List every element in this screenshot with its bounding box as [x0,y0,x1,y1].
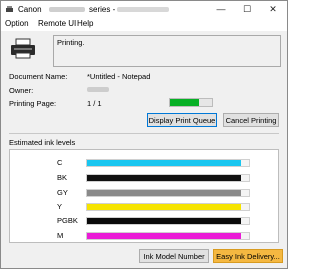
ink-row: Y [10,202,278,211]
section-divider [9,133,279,134]
window-title-suffix: series - [89,5,116,14]
redacted-model-name [49,7,85,12]
ink-name: BK [57,173,68,182]
display-print-queue-button[interactable]: Display Print Queue [147,113,217,127]
maximize-icon[interactable]: ☐ [241,4,253,15]
status-message-box: Printing. [53,35,281,67]
menu-option[interactable]: Option [5,19,29,28]
ink-row: PGBK [10,216,278,225]
ink-levels-panel: C BK GY Y PGBK M [9,149,279,243]
printer-icon [11,38,35,59]
ink-name: GY [57,188,68,197]
printing-page-label: Printing Page: [9,99,57,108]
ink-level-bar [86,203,250,211]
ink-name: Y [57,202,63,211]
print-progress-fill [170,99,200,106]
ink-level-bar [86,189,250,197]
redacted-printer-name [117,7,169,12]
cancel-printing-button[interactable]: Cancel Printing [223,113,279,127]
title-bar[interactable]: Canon series - — ☐ ✕ [1,1,287,18]
printing-page-value: 1 / 1 [87,99,102,108]
ink-name: M [57,231,64,240]
easy-ink-delivery-button[interactable]: Easy Ink Delivery... [213,249,283,263]
printer-status-window: Canon series - — ☐ ✕ Option Remote UI He… [0,0,288,269]
redacted-owner-value [87,87,109,92]
menu-help[interactable]: Help [77,19,93,28]
ink-name: PGBK [57,216,78,225]
status-text: Printing. [57,38,85,47]
ink-levels-heading: Estimated ink levels [9,138,76,147]
ink-row: C [10,158,278,167]
ink-model-number-button[interactable]: Ink Model Number [139,249,209,263]
ink-row: BK [10,173,278,182]
menu-bar: Option Remote UI Help [1,18,287,31]
close-icon[interactable]: ✕ [267,4,279,15]
ink-level-fill [87,190,241,196]
ink-level-fill [87,204,241,210]
owner-label: Owner: [9,86,34,95]
menu-remote-ui[interactable]: Remote UI [38,19,76,28]
ink-level-fill [87,233,241,239]
minimize-icon[interactable]: — [215,4,227,15]
ink-level-fill [87,160,241,166]
ink-row: M [10,231,278,240]
print-progress-bar [169,98,213,107]
ink-level-fill [87,175,241,181]
ink-row: GY [10,188,278,197]
ink-level-bar [86,159,250,167]
document-name-value: *Untitled - Notepad [87,72,151,81]
document-name-label: Document Name: [9,72,68,81]
window-title-prefix: Canon [18,5,42,14]
ink-level-bar [86,232,250,240]
ink-level-bar [86,174,250,182]
ink-level-bar [86,217,250,225]
printer-app-icon [6,6,13,12]
ink-name: C [57,158,63,167]
ink-level-fill [87,218,241,224]
